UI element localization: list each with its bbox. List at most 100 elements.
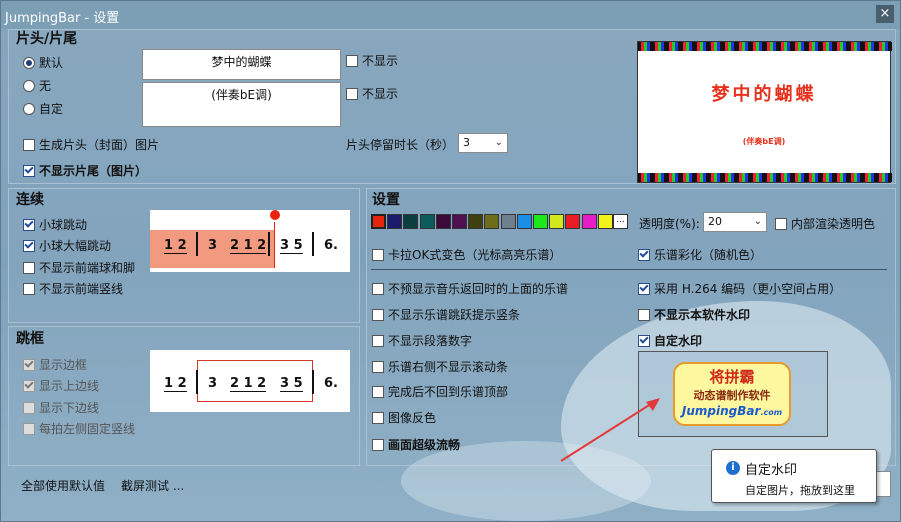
rainbow-label: 乐谱彩化（随机色） bbox=[654, 248, 763, 262]
hide-outro-box bbox=[23, 164, 35, 177]
gen-cover-checkbox[interactable]: 生成片头（封面）图片 bbox=[23, 136, 159, 153]
fixed-left-line-checkbox[interactable]: 每拍左侧固定竖线 bbox=[23, 420, 135, 437]
no-paragraph-number-checkbox[interactable]: 不显示段落数字 bbox=[372, 332, 472, 349]
no-return-top-checkbox[interactable]: 完成后不回到乐谱顶部 bbox=[372, 383, 508, 400]
no-watermark-checkbox[interactable]: 不显示本软件水印 bbox=[638, 306, 750, 323]
hide-title-label: 不显示 bbox=[362, 54, 399, 68]
color-swatch[interactable] bbox=[419, 214, 435, 229]
hide-front-line-box bbox=[23, 282, 35, 295]
film-strip-top bbox=[638, 42, 892, 51]
settings-divider bbox=[371, 269, 887, 270]
intro-outro-title: 片头/片尾 bbox=[16, 31, 78, 47]
ball-jump-box bbox=[23, 218, 35, 231]
hide-subtitle-label: 不显示 bbox=[362, 87, 399, 101]
show-border-checkbox[interactable]: 显示边框 bbox=[23, 356, 87, 373]
no-return-top-label: 完成后不回到乐谱顶部 bbox=[388, 385, 509, 399]
screen-test-link[interactable]: 截屏测试 ... bbox=[121, 477, 184, 494]
show-top-line-checkbox[interactable]: 显示上边线 bbox=[23, 377, 99, 394]
custom-watermark-label: 自定水印 bbox=[654, 334, 703, 348]
note-4: 3 5 bbox=[280, 238, 303, 254]
song-title-field[interactable]: 梦中的蝴蝶 bbox=[142, 49, 341, 80]
hide-title-checkbox[interactable]: 不显示 bbox=[346, 52, 398, 69]
show-bottom-line-box bbox=[23, 401, 35, 414]
color-swatch[interactable] bbox=[484, 214, 500, 229]
hide-outro-checkbox[interactable]: 不显示片尾（图片） bbox=[23, 162, 147, 179]
color-swatch[interactable] bbox=[468, 214, 484, 229]
color-swatch[interactable] bbox=[387, 214, 403, 229]
no-jump-hint-checkbox[interactable]: 不显示乐谱跳跃提示竖条 bbox=[372, 306, 520, 323]
close-button[interactable]: × bbox=[876, 5, 894, 23]
hide-front-ball-label: 不显示前端球和脚 bbox=[39, 261, 136, 275]
radio-custom[interactable]: 自定 bbox=[23, 100, 63, 117]
duration-select[interactable]: 3 ⌄ bbox=[458, 133, 508, 153]
opacity-label: 透明度(%): bbox=[639, 217, 700, 231]
custom-watermark-checkbox[interactable]: 自定水印 bbox=[638, 332, 702, 349]
info-icon: i bbox=[726, 461, 740, 475]
radio-default[interactable]: 默认 bbox=[23, 54, 63, 71]
more-colors-button[interactable]: ... bbox=[613, 214, 628, 229]
color-swatch[interactable] bbox=[549, 214, 565, 229]
h264-label: 采用 H.264 编码（更小空间占用） bbox=[654, 282, 842, 296]
gen-cover-box bbox=[23, 138, 35, 151]
watermark-drop-area[interactable]: 将拼霸 动态谱制作软件 JumpingBar.com bbox=[638, 351, 828, 437]
hide-front-ball-checkbox[interactable]: 不显示前端球和脚 bbox=[23, 259, 135, 276]
karaoke-checkbox[interactable]: 卡拉OK式变色（光标高亮乐谱） bbox=[372, 246, 561, 263]
duration-value: 3 bbox=[463, 136, 470, 149]
gen-cover-label: 生成片头（封面）图片 bbox=[39, 138, 160, 152]
color-swatch[interactable] bbox=[452, 214, 467, 229]
jf-note-4: 3 5 bbox=[280, 376, 303, 392]
hide-front-ball-box bbox=[23, 261, 35, 274]
super-smooth-checkbox[interactable]: 画面超级流畅 bbox=[372, 436, 460, 453]
color-swatch[interactable] bbox=[403, 214, 419, 229]
chevron-down-icon: ⌄ bbox=[753, 216, 762, 227]
no-scrollbar-checkbox[interactable]: 乐谱右侧不显示滚动条 bbox=[372, 358, 508, 375]
subtitle-field[interactable]: (伴奏bE调) bbox=[142, 82, 341, 127]
ball-big-jump-checkbox[interactable]: 小球大幅跳动 bbox=[23, 237, 111, 254]
no-jump-hint-label: 不显示乐谱跳跃提示竖条 bbox=[388, 308, 521, 322]
no-watermark-box bbox=[638, 308, 650, 321]
close-icon: × bbox=[879, 6, 891, 21]
more-colors-label: ... bbox=[616, 215, 625, 225]
invert-image-checkbox[interactable]: 图像反色 bbox=[372, 409, 436, 426]
color-swatch[interactable] bbox=[500, 214, 516, 229]
show-bottom-line-checkbox[interactable]: 显示下边线 bbox=[23, 399, 99, 416]
hide-subtitle-checkbox[interactable]: 不显示 bbox=[346, 85, 398, 102]
film-strip-bottom bbox=[638, 173, 892, 182]
hide-title-box bbox=[346, 54, 358, 67]
settings-title: 设置 bbox=[372, 192, 400, 208]
rainbow-checkbox[interactable]: 乐谱彩化（随机色） bbox=[638, 246, 762, 263]
no-preshow-return-checkbox[interactable]: 不预显示音乐返回时的上面的乐谱 bbox=[372, 280, 568, 297]
h264-checkbox[interactable]: 采用 H.264 编码（更小空间占用） bbox=[638, 280, 841, 297]
show-bottom-line-label: 显示下边线 bbox=[39, 401, 100, 415]
show-top-line-label: 显示上边线 bbox=[39, 379, 100, 393]
color-swatch[interactable] bbox=[533, 214, 548, 229]
color-swatch[interactable] bbox=[371, 214, 386, 229]
ball-big-jump-label: 小球大幅跳动 bbox=[39, 239, 112, 253]
settings-window: JumpingBar - 设置 × 片头/片尾 默认 无 自定 梦中的蝴蝶 (伴… bbox=[0, 0, 901, 522]
color-swatch[interactable] bbox=[565, 214, 581, 229]
preview-title: 梦中的蝴蝶 bbox=[711, 84, 817, 105]
use-defaults-link[interactable]: 全部使用默认值 bbox=[21, 477, 105, 494]
show-border-label: 显示边框 bbox=[39, 358, 88, 372]
note-1: 1 2 bbox=[164, 238, 187, 254]
tooltip-body: 自定图片，拖放到这里 bbox=[745, 484, 855, 497]
inner-transparent-label: 内部渲染透明色 bbox=[791, 217, 876, 231]
window-title: JumpingBar - 设置 bbox=[5, 11, 120, 26]
color-swatch-row bbox=[371, 213, 631, 231]
ball-jump-checkbox[interactable]: 小球跳动 bbox=[23, 216, 87, 233]
hide-front-line-checkbox[interactable]: 不显示前端竖线 bbox=[23, 280, 123, 297]
color-swatch[interactable] bbox=[597, 214, 613, 229]
color-swatch[interactable] bbox=[435, 214, 451, 229]
radio-default-label: 默认 bbox=[39, 56, 64, 70]
opacity-select[interactable]: 20 ⌄ bbox=[703, 212, 767, 232]
no-jump-hint-box bbox=[372, 308, 384, 321]
color-swatch[interactable] bbox=[516, 214, 532, 229]
radio-none[interactable]: 无 bbox=[23, 77, 51, 94]
inner-transparent-checkbox[interactable]: 内部渲染透明色 bbox=[775, 215, 875, 232]
bar-line-3 bbox=[312, 232, 314, 256]
color-swatch[interactable] bbox=[581, 214, 597, 229]
watermark-brand: JumpingBar bbox=[681, 404, 761, 418]
karaoke-label: 卡拉OK式变色（光标高亮乐谱） bbox=[388, 248, 562, 262]
custom-watermark-box bbox=[638, 334, 650, 347]
super-smooth-box bbox=[372, 438, 384, 451]
